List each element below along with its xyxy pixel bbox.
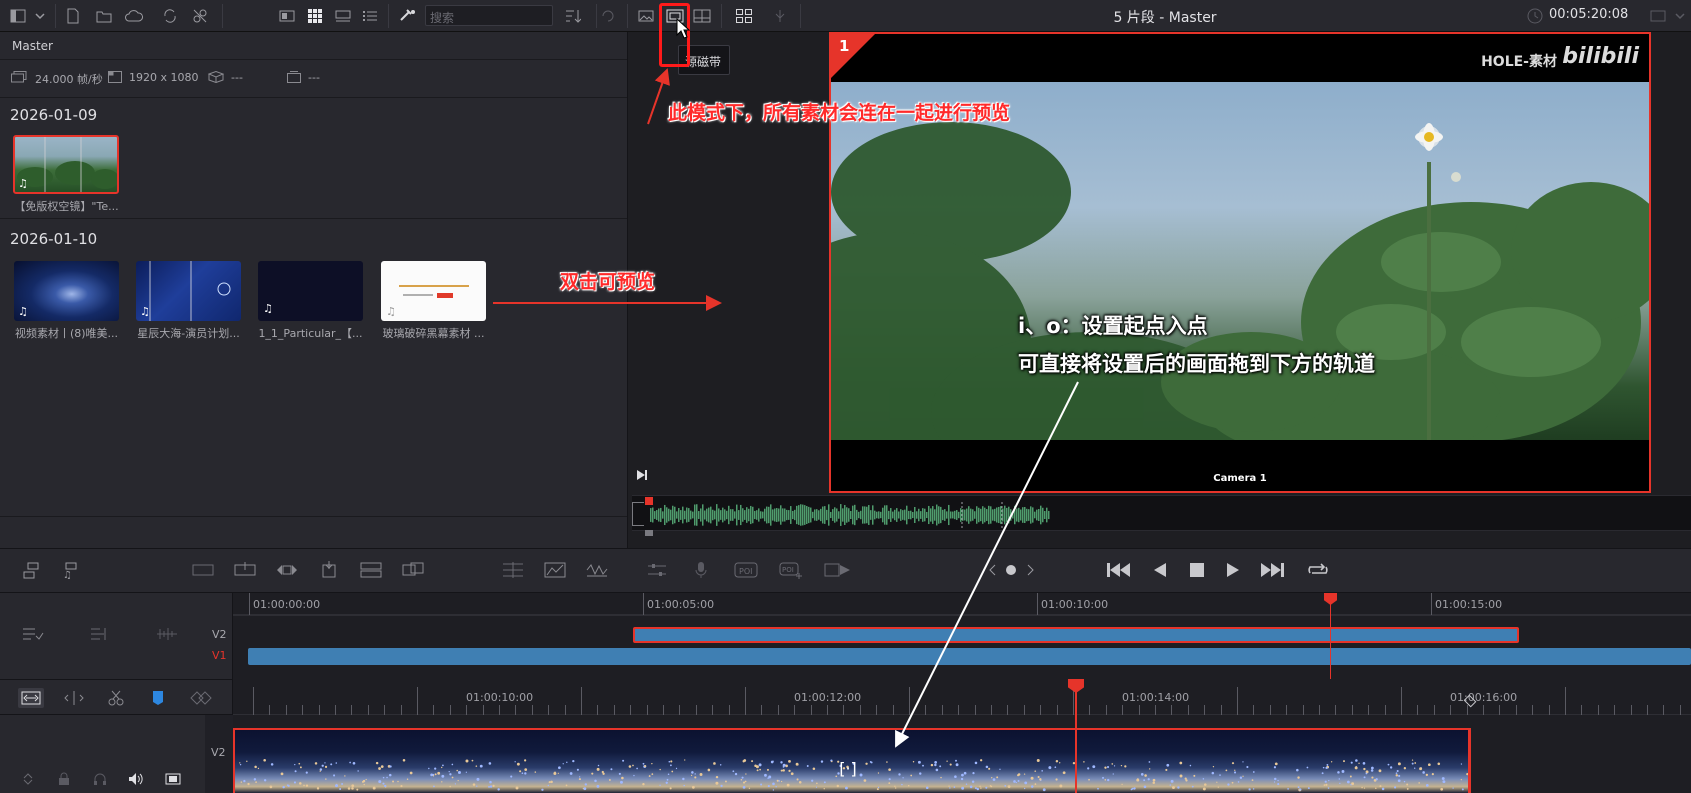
annotation-io-line2: 可直接将设置后的画面拖到下方的轨道 xyxy=(1018,352,1375,376)
annotation-io-line1: i、o：设置起点入点 xyxy=(1018,314,1208,338)
annotation-double-click: 双击可预览 xyxy=(560,271,656,293)
annotation-mode-note: 此模式下，所有素材会连在一起进行预览 xyxy=(668,102,1011,124)
